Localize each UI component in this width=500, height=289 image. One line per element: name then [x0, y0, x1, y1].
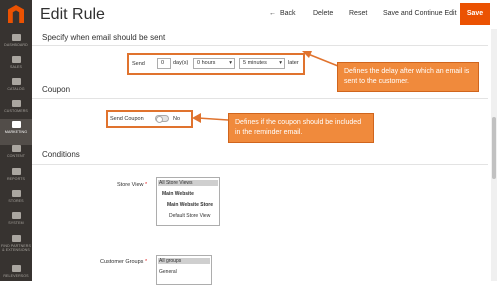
- toggle-knob: [156, 116, 163, 123]
- send-label: Send: [132, 61, 145, 67]
- circle-icon: [11, 265, 21, 272]
- puzzle-icon: [11, 235, 21, 242]
- store-view-option[interactable]: Default Store View: [169, 213, 210, 219]
- cube-icon: [11, 78, 21, 85]
- callout-arrow-head: [302, 51, 312, 58]
- reset-button[interactable]: Reset: [349, 10, 367, 17]
- store-view-option: Main Website: [162, 191, 194, 197]
- admin-sidebar: DASHBOARD SALES CATALOG CUSTOMERS MARKET…: [0, 0, 32, 281]
- days-unit-label: day(s): [173, 60, 189, 66]
- save-button[interactable]: Save: [460, 3, 490, 25]
- callout-arrow-line: [307, 53, 339, 67]
- coupon-callout: Defines if the coupon should be included…: [228, 113, 374, 143]
- store-view-label-text: Store View: [117, 182, 144, 188]
- toggle-value: No: [173, 116, 181, 122]
- customer-group-option[interactable]: General: [159, 269, 177, 275]
- page-header: Edit Rule ← Back Delete Reset Save and Co…: [32, 0, 500, 29]
- callout-arrow-line: [197, 117, 229, 121]
- magento-logo-icon[interactable]: [8, 5, 24, 23]
- callout-arrow-head: [192, 113, 201, 123]
- customer-group-option[interactable]: All groups: [158, 258, 210, 264]
- page-title: Edit Rule: [40, 6, 105, 23]
- scrollbar-thumb[interactable]: [492, 117, 496, 179]
- customer-groups-label: Customer Groups *: [100, 259, 147, 265]
- page-scrollbar[interactable]: [491, 29, 497, 281]
- coupon-section-heading: Coupon: [42, 85, 71, 94]
- required-asterisk: *: [144, 259, 148, 265]
- main-content: Edit Rule ← Back Delete Reset Save and Co…: [32, 0, 500, 285]
- send-callout-text: Defines the delay after which an email i…: [344, 68, 470, 85]
- bar-chart-icon: [11, 168, 21, 175]
- customers-icon: [11, 100, 21, 107]
- save-and-continue-button[interactable]: Save and Continue Edit: [383, 10, 457, 17]
- sidebar-item-partners[interactable]: FIND PARTNERS & EXTENSIONS: [0, 233, 32, 263]
- minutes-select[interactable]: 5 minutes ▾: [239, 58, 285, 69]
- hours-select[interactable]: 0 hours ▾: [193, 58, 235, 69]
- megaphone-icon: [11, 121, 21, 128]
- callout-arrow-coupon: [192, 113, 229, 123]
- customer-groups-label-text: Customer Groups: [100, 259, 144, 265]
- conditions-section-heading: Conditions: [42, 150, 80, 159]
- store-view-option[interactable]: All Store Views: [158, 180, 218, 186]
- delete-button[interactable]: Delete: [313, 10, 333, 17]
- back-label: Back: [280, 10, 296, 17]
- store-view-label: Store View *: [117, 182, 147, 188]
- arrow-left-icon: ←: [269, 10, 276, 17]
- dollar-icon: [11, 56, 21, 63]
- send-coupon-toggle[interactable]: [155, 115, 169, 123]
- content-icon: [11, 145, 21, 152]
- sidebar-item-releversos[interactable]: RELEVERSOS: [0, 263, 32, 289]
- chevron-down-icon: ▾: [229, 60, 232, 66]
- store-icon: [11, 190, 21, 197]
- required-asterisk: *: [145, 182, 148, 188]
- send-coupon-label: Send Coupon: [110, 116, 144, 122]
- store-view-multiselect[interactable]: All Store Views Main Website Main Websit…: [156, 177, 220, 226]
- divider: [32, 45, 488, 46]
- minutes-value: 5 minutes: [243, 60, 267, 66]
- chevron-down-icon: ▾: [279, 60, 282, 66]
- hours-value: 0 hours: [197, 60, 216, 66]
- later-label: later: [288, 60, 299, 66]
- dashboard-icon: [11, 34, 21, 41]
- store-view-option: Main Website Store: [167, 202, 214, 208]
- divider: [32, 98, 488, 99]
- back-button[interactable]: ← Back: [269, 10, 296, 17]
- days-input[interactable]: 0: [157, 58, 171, 69]
- callout-arrow-send: [302, 51, 339, 67]
- send-delay-callout: Defines the delay after which an email i…: [337, 62, 479, 92]
- gear-icon: [11, 212, 21, 219]
- send-section-heading: Specify when email should be sent: [42, 33, 166, 42]
- divider: [32, 164, 488, 165]
- coupon-callout-text: Defines if the coupon should be included…: [235, 119, 362, 136]
- sidebar-item-marketing[interactable]: MARKETING: [0, 119, 32, 145]
